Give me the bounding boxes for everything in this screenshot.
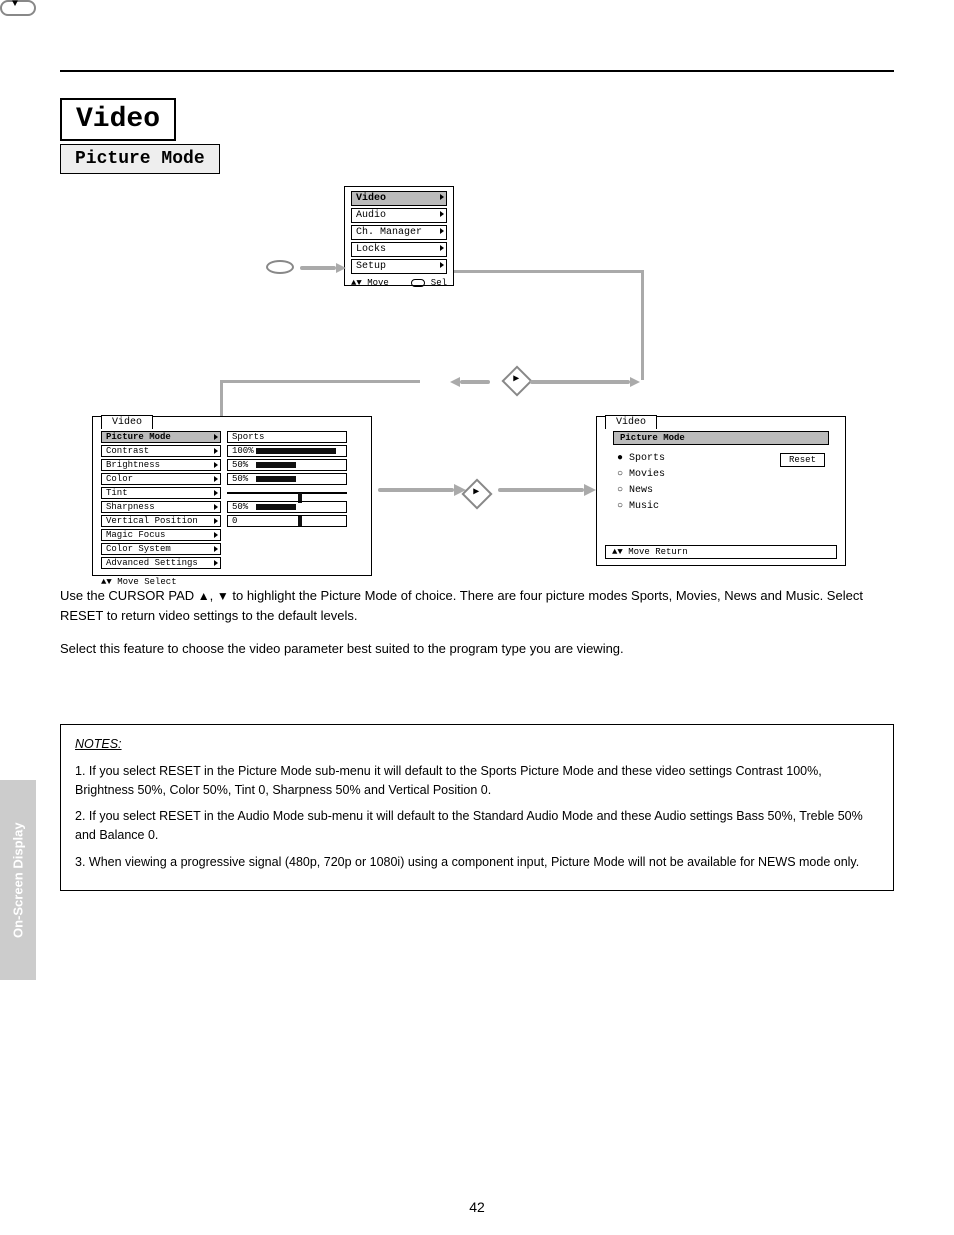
instruction-line: Use the CURSOR PAD ▲, ▼ to highlight the… bbox=[60, 586, 894, 625]
note-2: 2. If you select RESET in the Audio Mode… bbox=[75, 807, 879, 845]
notes-heading: NOTES: bbox=[75, 737, 122, 751]
tab-video: Video bbox=[605, 415, 657, 429]
menu-item-ch-manager[interactable]: Ch. Manager bbox=[351, 225, 447, 240]
video-setting-vertical-position[interactable]: Vertical Position bbox=[101, 515, 221, 527]
osd-video-menu: Video Picture Mode Sports Contrast 100% Brig… bbox=[92, 416, 372, 576]
menu-item-audio[interactable]: Audio bbox=[351, 208, 447, 223]
video-value: 0 bbox=[227, 515, 347, 527]
option-music[interactable]: Music bbox=[617, 499, 665, 515]
video-value: 50% bbox=[227, 501, 347, 513]
video-value: 50% bbox=[227, 473, 347, 485]
cursor-down-icon bbox=[0, 0, 36, 16]
menu-item-locks[interactable]: Locks bbox=[351, 242, 447, 257]
footer-move: Move bbox=[367, 278, 389, 288]
menu-footer: ▲▼ Move Return bbox=[605, 545, 837, 559]
video-setting-brightness[interactable]: Brightness bbox=[101, 459, 221, 471]
video-setting-magic-focus[interactable]: Magic Focus bbox=[101, 529, 221, 541]
video-setting-picture-mode[interactable]: Picture Mode bbox=[101, 431, 221, 443]
description-line: Select this feature to choose the video … bbox=[60, 639, 894, 659]
menu-footer: ▲▼ Move Sel bbox=[351, 276, 447, 288]
notes-box: NOTES: 1. If you select RESET in the Pic… bbox=[60, 724, 894, 891]
reset-button[interactable]: Reset bbox=[780, 453, 825, 467]
page-number: 42 bbox=[469, 1199, 485, 1215]
sel-icon bbox=[411, 279, 425, 287]
video-setting-advanced-settings[interactable]: Advanced Settings bbox=[101, 557, 221, 569]
footer-sel: Sel bbox=[431, 278, 447, 288]
option-news[interactable]: News bbox=[617, 483, 665, 499]
video-value: 50% bbox=[227, 459, 347, 471]
submenu-options: Sports Movies News Music bbox=[617, 451, 665, 515]
video-setting-color-system[interactable]: Color System bbox=[101, 543, 221, 555]
video-value bbox=[227, 492, 347, 494]
remote-menu-button-icon bbox=[266, 260, 294, 274]
menu-item-video[interactable]: Video bbox=[351, 191, 447, 206]
note-1: 1. If you select RESET in the Picture Mo… bbox=[75, 762, 879, 800]
section-title: Video bbox=[60, 98, 176, 141]
option-sports[interactable]: Sports bbox=[617, 451, 665, 467]
option-movies[interactable]: Movies bbox=[617, 467, 665, 483]
down-arrow-icon: ▼ bbox=[217, 589, 229, 603]
video-value: 100% bbox=[227, 445, 347, 457]
connector-line bbox=[220, 380, 420, 416]
video-value: Sports bbox=[227, 431, 347, 443]
note-3: 3. When viewing a progressive signal (48… bbox=[75, 853, 879, 872]
body-text: Use the CURSOR PAD ▲, ▼ to highlight the… bbox=[60, 586, 894, 673]
video-setting-contrast[interactable]: Contrast bbox=[101, 445, 221, 457]
top-rule bbox=[60, 70, 894, 72]
tab-video: Video bbox=[101, 415, 153, 429]
video-setting-tint[interactable]: Tint bbox=[101, 487, 221, 499]
cursor-right-icon bbox=[461, 478, 492, 509]
side-tab-label: On-Screen Display bbox=[0, 780, 36, 980]
submenu-title: Picture Mode bbox=[613, 431, 829, 445]
osd-main-menu: Video Audio Ch. Manager Locks Setup ▲▼ M… bbox=[344, 186, 454, 286]
section-subtitle: Picture Mode bbox=[60, 144, 220, 174]
menu-item-setup[interactable]: Setup bbox=[351, 259, 447, 274]
osd-picture-mode-submenu: Video Picture Mode Sports Movies News Mu… bbox=[596, 416, 846, 566]
up-arrow-icon: ▲ bbox=[198, 589, 210, 603]
connector-line bbox=[454, 270, 644, 380]
video-setting-color[interactable]: Color bbox=[101, 473, 221, 485]
video-setting-sharpness[interactable]: Sharpness bbox=[101, 501, 221, 513]
